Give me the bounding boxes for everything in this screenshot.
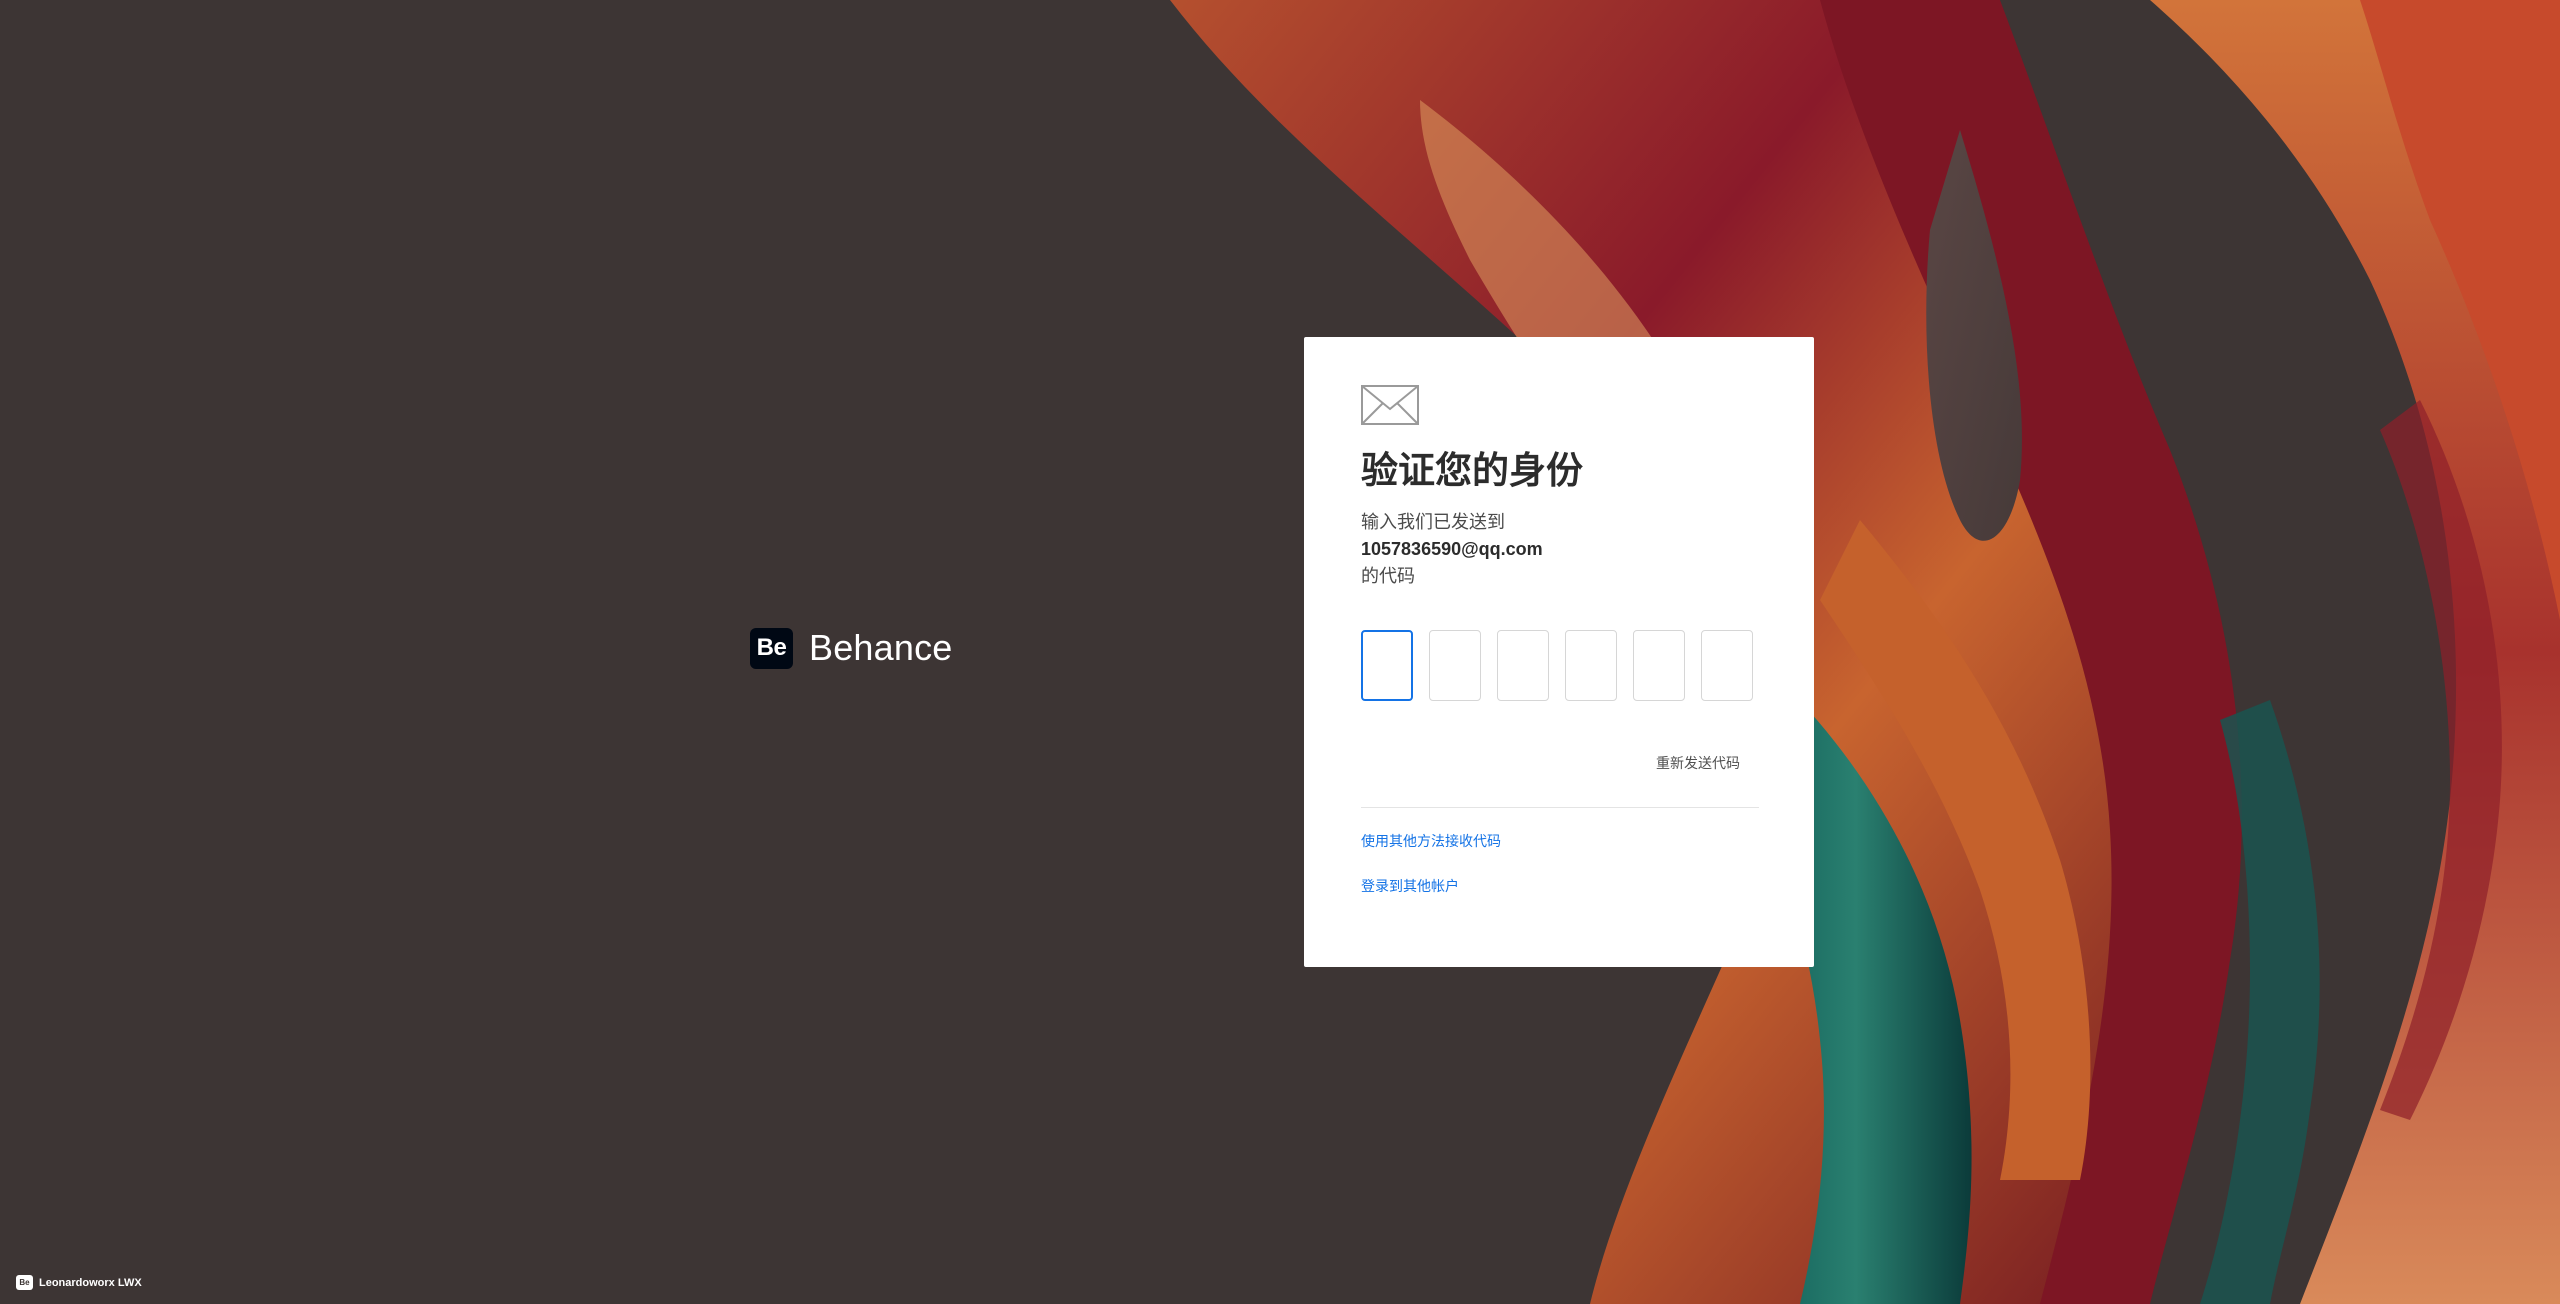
instruction-text: 输入我们已发送到 1057836590@qq.com 的代码: [1361, 509, 1758, 590]
page-title: 验证您的身份: [1361, 449, 1583, 492]
background: [0, 0, 2560, 1304]
email-address: 1057836590@qq.com: [1361, 539, 1543, 559]
background-artwork: [1170, 0, 2560, 1304]
artwork-credit[interactable]: Be Leonardoworx LWX: [16, 1275, 142, 1290]
other-account-link[interactable]: 登录到其他帐户: [1361, 877, 1758, 897]
resend-code-button[interactable]: 重新发送代码: [1361, 753, 1758, 773]
code-digit-5-input[interactable]: [1633, 630, 1685, 701]
envelope-icon: [1361, 385, 1419, 425]
brand-lockup: Be Behance: [750, 627, 953, 669]
verification-card: 验证您的身份 输入我们已发送到 1057836590@qq.com 的代码 重新…: [1304, 337, 1814, 967]
code-input-row: [1361, 630, 1758, 701]
code-digit-2-input[interactable]: [1429, 630, 1481, 701]
credit-name: Leonardoworx LWX: [39, 1276, 142, 1289]
code-digit-4-input[interactable]: [1565, 630, 1617, 701]
behance-small-icon: Be: [16, 1275, 33, 1290]
brand-name: Behance: [809, 627, 953, 668]
instruction-line-3: 的代码: [1361, 566, 1415, 587]
instruction-line-1: 输入我们已发送到: [1361, 512, 1505, 533]
divider: [1361, 807, 1759, 808]
code-digit-6-input[interactable]: [1701, 630, 1753, 701]
behance-logo-icon: Be: [750, 627, 793, 669]
alternate-method-link[interactable]: 使用其他方法接收代码: [1361, 832, 1758, 852]
code-digit-1-input[interactable]: [1361, 630, 1413, 701]
code-digit-3-input[interactable]: [1497, 630, 1549, 701]
